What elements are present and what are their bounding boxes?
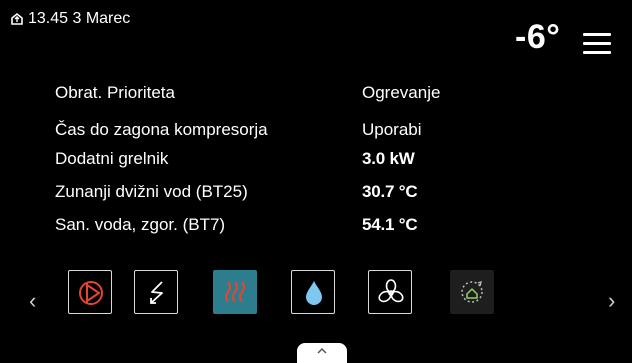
info-row-value: 30.7 °C	[362, 182, 418, 201]
electric-heater-tile[interactable]	[134, 270, 178, 314]
compressor-icon	[79, 281, 103, 305]
electric-heater-icon	[150, 281, 163, 304]
info-row-value: 3.0 kW	[362, 149, 415, 168]
info-row-label: Dodatni grelnik	[55, 149, 169, 168]
outdoor-temperature: -6°	[515, 18, 561, 56]
chevron-up-icon	[317, 347, 327, 354]
info-row-external-flow: Zunanji dvižni vod (BT25) 30.7 °C	[55, 182, 555, 204]
hot-water-tile[interactable]	[291, 270, 335, 314]
date-time: 13.45 3 Marec	[28, 10, 131, 27]
info-row-value: Uporabi	[362, 120, 422, 139]
hot-water-drop-icon	[306, 281, 322, 305]
smart-home-cycle-icon	[461, 281, 483, 303]
heating-icon	[225, 281, 245, 303]
compressor-tile[interactable]	[68, 270, 112, 314]
info-row-value: 54.1 °C	[362, 215, 418, 234]
info-row-label: Zunanji dvižni vod (BT25)	[55, 182, 248, 201]
home-upload-icon	[10, 12, 24, 26]
hamburger-menu-icon[interactable]	[583, 33, 611, 55]
prev-arrow-button[interactable]: ‹	[29, 288, 36, 314]
info-row-priority: Obrat. Prioriteta Ogrevanje	[55, 83, 555, 105]
ventilation-tile[interactable]	[368, 270, 412, 314]
info-row-label: Obrat. Prioriteta	[55, 83, 175, 102]
ventilation-fan-icon	[378, 279, 404, 303]
info-row-value: Ogrevanje	[362, 83, 441, 102]
info-row-hot-water-top: San. voda, zgor. (BT7) 54.1 °C	[55, 215, 555, 237]
info-row-compressor-start: Čas do zagona kompresorja Uporabi	[55, 120, 555, 142]
smart-home-tile[interactable]	[450, 270, 494, 314]
info-row-label: San. voda, zgor. (BT7)	[55, 215, 226, 234]
next-arrow-button[interactable]: ›	[608, 288, 615, 314]
info-row-additional-heater: Dodatni grelnik 3.0 kW	[55, 149, 555, 171]
heating-tile[interactable]	[213, 270, 257, 314]
status-bar: 13.45 3 Marec	[10, 10, 130, 28]
pull-up-tab[interactable]	[297, 343, 347, 363]
info-row-label: Čas do zagona kompresorja	[55, 120, 268, 139]
